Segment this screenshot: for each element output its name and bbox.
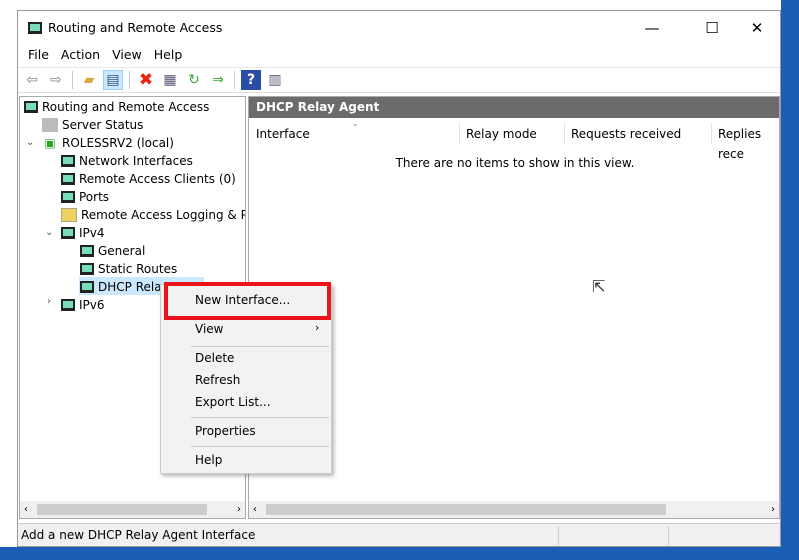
menu-item-properties[interactable]: Properties: [195, 424, 256, 438]
column-replies-received[interactable]: Replies rece: [718, 124, 779, 161]
tree-label: Static Routes: [98, 262, 178, 276]
network-icon: [80, 245, 94, 257]
show-hide-tree-icon[interactable]: ▤: [103, 70, 123, 90]
scroll-right-icon[interactable]: ›: [237, 504, 241, 515]
scrollbar-thumb[interactable]: [37, 504, 207, 515]
menu-separator: [191, 346, 329, 347]
up-folder-icon[interactable]: ▰: [79, 70, 99, 90]
highlight-box: [164, 282, 331, 320]
column-relay-mode[interactable]: Relay mode: [466, 124, 537, 144]
tree-item-static-routes[interactable]: Static Routes: [80, 260, 177, 278]
menu-file[interactable]: File: [22, 45, 55, 64]
menu-separator: [191, 446, 329, 447]
mouse-cursor-icon: ⇱: [592, 277, 606, 296]
desktop-background-bottom: [0, 547, 799, 560]
rras-icon: [28, 21, 42, 34]
tree-label: Server Status: [62, 118, 144, 132]
tree-label: Remote Access Clients (0): [79, 172, 236, 186]
menu-item-refresh[interactable]: Refresh: [195, 373, 240, 387]
tree-label: Routing and Remote Access: [42, 100, 210, 114]
details-horizontal-scrollbar[interactable]: ‹ ›: [249, 501, 779, 518]
tree-item-server-status[interactable]: Server Status: [42, 116, 143, 134]
scroll-right-icon[interactable]: ›: [771, 504, 775, 515]
tree-item-general[interactable]: General: [80, 242, 145, 260]
tree-item-root[interactable]: Routing and Remote Access: [24, 98, 209, 116]
tree-item-logging[interactable]: Remote Access Logging & Pol: [61, 206, 246, 224]
tree-label: Network Interfaces: [79, 154, 193, 168]
empty-message: There are no items to show in this view.: [395, 156, 635, 170]
sort-indicator-icon: ⌄: [352, 119, 359, 128]
column-separator[interactable]: [711, 122, 712, 144]
status-text: Add a new DHCP Relay Agent Interface: [21, 528, 256, 542]
tree-label: Ports: [79, 190, 110, 204]
tree-label: General: [98, 244, 146, 258]
chevron-down-icon[interactable]: ⌄: [26, 137, 34, 148]
menu-item-view[interactable]: View: [195, 322, 223, 336]
toolbar: ⇦ ⇨ ▰ ▤ ✖ ▦ ↻ ⇒ ? ▥: [18, 67, 780, 93]
network-icon: [61, 173, 75, 185]
maximize-button[interactable]: ☐: [697, 17, 727, 39]
network-icon: [61, 227, 75, 239]
folder-icon: [61, 208, 77, 222]
network-icon: [61, 191, 75, 203]
window-title: Routing and Remote Access: [48, 20, 223, 35]
server-icon: [24, 101, 38, 113]
network-icon: [80, 263, 94, 275]
refresh-icon[interactable]: ↻: [184, 70, 204, 90]
scroll-left-icon[interactable]: ‹: [253, 504, 257, 515]
title-bar: Routing and Remote Access: [28, 20, 222, 35]
pane-title: DHCP Relay Agent: [249, 97, 779, 118]
submenu-arrow-icon: ›: [315, 321, 320, 334]
chevron-down-icon[interactable]: ⌄: [45, 227, 53, 238]
status-bar: Add a new DHCP Relay Agent Interface: [18, 523, 780, 546]
server-up-icon: ▣: [44, 136, 56, 150]
rras-window: Routing and Remote Access — ☐ ✕ File Act…: [17, 10, 781, 547]
menu-help[interactable]: Help: [148, 45, 189, 64]
back-icon[interactable]: ⇦: [22, 70, 42, 90]
chevron-right-icon[interactable]: ›: [47, 296, 51, 307]
tree-item-ports[interactable]: Ports: [61, 188, 109, 206]
menu-action[interactable]: Action: [55, 45, 106, 64]
tree-item-network-interfaces[interactable]: Network Interfaces: [61, 152, 193, 170]
toolbar-separator: [234, 71, 235, 89]
tree-horizontal-scrollbar[interactable]: ‹ ›: [20, 501, 245, 518]
delete-icon[interactable]: ✖: [136, 70, 156, 90]
desktop-background: [781, 0, 799, 560]
toolbar-separator: [129, 71, 130, 89]
export-list-icon[interactable]: ⇒: [208, 70, 228, 90]
network-icon: [61, 299, 75, 311]
tree-label: Remote Access Logging & Pol: [81, 208, 246, 222]
column-interface[interactable]: Interface: [256, 124, 310, 144]
tree-label: IPv6: [79, 298, 105, 312]
column-separator[interactable]: [459, 122, 460, 144]
toolbar-separator: [72, 71, 73, 89]
close-button[interactable]: ✕: [742, 17, 772, 39]
tree-label: ROLESSRV2 (local): [62, 136, 174, 150]
server-status-icon: [42, 118, 58, 132]
tree-item-server[interactable]: ▣ ROLESSRV2 (local): [42, 134, 174, 152]
status-separator: [668, 526, 669, 545]
network-icon: [61, 155, 75, 167]
scroll-left-icon[interactable]: ‹: [24, 504, 28, 515]
menu-item-help[interactable]: Help: [195, 453, 222, 467]
help-icon[interactable]: ?: [241, 70, 261, 90]
tree-item-remote-access-clients[interactable]: Remote Access Clients (0): [61, 170, 236, 188]
menu-item-export-list[interactable]: Export List...: [195, 395, 271, 409]
show-hide-action-pane-icon[interactable]: ▥: [265, 70, 285, 90]
menu-bar: File Action View Help: [22, 45, 188, 64]
scrollbar-thumb[interactable]: [266, 504, 666, 515]
tree-label: IPv4: [79, 226, 105, 240]
column-requests-received[interactable]: Requests received: [571, 124, 681, 144]
forward-icon[interactable]: ⇨: [46, 70, 66, 90]
menu-separator: [191, 417, 329, 418]
minimize-button[interactable]: —: [637, 17, 667, 39]
network-icon: [80, 281, 94, 293]
tree-item-ipv6[interactable]: IPv6: [61, 296, 105, 314]
menu-view[interactable]: View: [106, 45, 148, 64]
properties-icon[interactable]: ▦: [160, 70, 180, 90]
tree-item-ipv4[interactable]: IPv4: [61, 224, 105, 242]
menu-item-delete[interactable]: Delete: [195, 351, 234, 365]
column-separator[interactable]: [564, 122, 565, 144]
status-separator: [558, 526, 559, 545]
